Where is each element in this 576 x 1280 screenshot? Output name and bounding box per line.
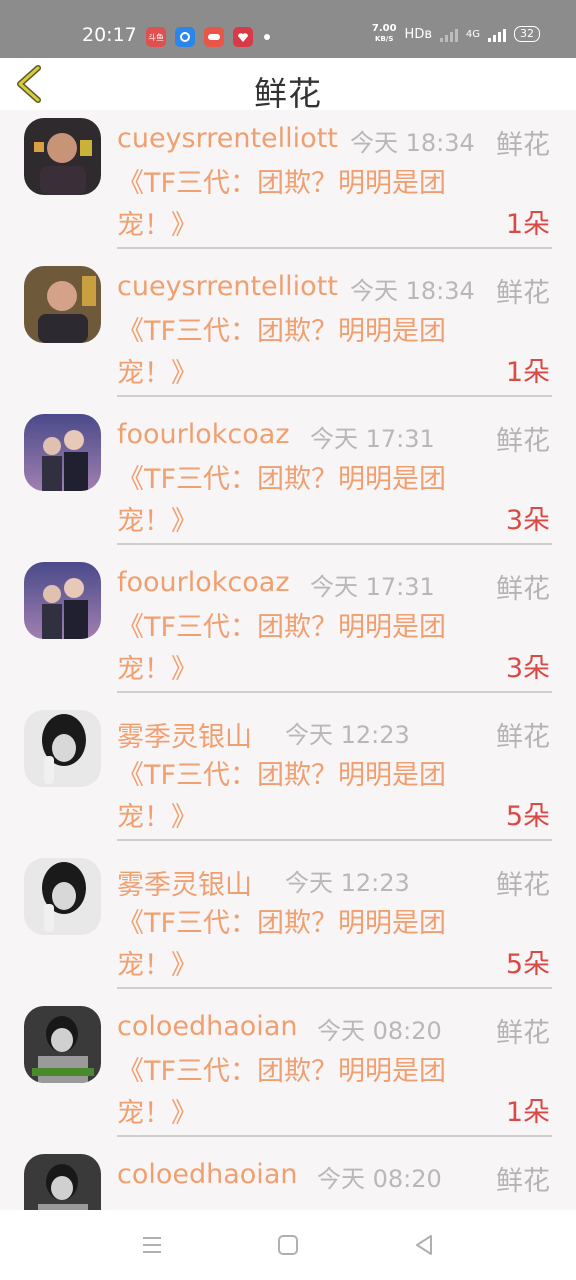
gift-list[interactable]: cueysrrentelliott 今天 18:34 鲜花 《TF三代：团欺？明… (0, 110, 576, 1210)
avatar[interactable] (24, 414, 101, 491)
gift-item[interactable]: cueysrrentelliott 今天 18:34 鲜花 《TF三代：团欺？明… (0, 258, 576, 406)
sender-name[interactable]: foourlokcoaz (117, 419, 290, 450)
gift-time: 今天 12:23 (285, 721, 410, 749)
divider (117, 247, 552, 249)
gift-type: 鲜花 (496, 130, 550, 161)
gift-count: 3朵 (505, 653, 550, 684)
gift-item[interactable]: 雾季灵银山 今天 12:23 鲜花 《TF三代：团欺？明明是团宠！》 5朵 (0, 850, 576, 998)
gift-type: 鲜花 (496, 870, 550, 901)
sender-name[interactable]: foourlokcoaz (117, 567, 290, 598)
game-app-icon (204, 27, 224, 47)
gift-type: 鲜花 (496, 574, 550, 605)
book-title[interactable]: 《TF三代：团欺？明明是团宠！》 (117, 163, 492, 247)
page-title: 鲜花 (254, 74, 322, 113)
divider (117, 395, 552, 397)
gift-type: 鲜花 (496, 1166, 550, 1197)
divider (117, 987, 552, 989)
gift-item[interactable]: cueysrrentelliott 今天 18:34 鲜花 《TF三代：团欺？明… (0, 110, 576, 258)
recent-apps-button[interactable] (137, 1230, 167, 1260)
gift-count: 1朵 (505, 357, 550, 388)
network-type: 4G (465, 28, 480, 40)
book-title[interactable]: 《TF三代：团欺？明明是团宠！》 (117, 903, 492, 987)
notification-dot (264, 34, 270, 40)
avatar[interactable] (24, 266, 101, 343)
signal-icon-sim2 (488, 26, 506, 42)
app-icon-1: 斗鱼 (146, 27, 166, 47)
status-time: 20:17 (82, 24, 137, 46)
gift-count: 5朵 (505, 949, 550, 980)
sender-name[interactable]: cueysrrentelliott (117, 271, 338, 302)
gift-item[interactable]: coloedhaoian 今天 08:20 鲜花 《TF三代：团欺？明明是团宠！… (0, 998, 576, 1146)
sender-name[interactable]: cueysrrentelliott (117, 123, 338, 154)
gift-item[interactable]: foourlokcoaz 今天 17:31 鲜花 《TF三代：团欺？明明是团宠！… (0, 406, 576, 554)
status-app-icons: 斗鱼 (146, 27, 270, 47)
gift-time: 今天 08:20 (317, 1017, 442, 1045)
gift-item[interactable]: 雾季灵银山 今天 12:23 鲜花 《TF三代：团欺？明明是团宠！》 5朵 (0, 702, 576, 850)
app-icon-2 (175, 27, 195, 47)
divider (117, 1135, 552, 1137)
gift-time: 今天 18:34 (350, 129, 475, 157)
divider (117, 691, 552, 693)
gift-count: 1朵 (505, 209, 550, 240)
gift-count: 1朵 (505, 1097, 550, 1128)
gift-type: 鲜花 (496, 426, 550, 457)
book-title[interactable]: 《TF三代：团欺？明明是团宠！》 (117, 607, 492, 691)
menu-icon (143, 1237, 161, 1253)
gift-time: 今天 17:31 (310, 425, 435, 453)
gift-type: 鲜花 (496, 1018, 550, 1049)
app-header: 鲜花 (0, 58, 576, 113)
gift-item[interactable]: foourlokcoaz 今天 17:31 鲜花 《TF三代：团欺？明明是团宠！… (0, 554, 576, 702)
gift-time: 今天 08:20 (317, 1165, 442, 1193)
status-bar: 20:17 斗鱼 7.00 KB/S HDʙ 4G 32 (0, 0, 576, 58)
hd-indicator: HDʙ (404, 26, 432, 42)
avatar[interactable] (24, 1006, 101, 1083)
sender-name[interactable]: coloedhaoian (117, 1159, 297, 1190)
gift-time: 今天 12:23 (285, 869, 410, 897)
sender-name[interactable]: coloedhaoian (117, 1011, 297, 1042)
avatar[interactable] (24, 118, 101, 195)
avatar[interactable] (24, 858, 101, 935)
divider (117, 543, 552, 545)
net-speed: 7.00 KB/S (371, 23, 397, 44)
gift-type: 鲜花 (496, 278, 550, 309)
sender-name[interactable]: 雾季灵银山 (117, 863, 252, 902)
book-title[interactable]: 《TF三代：团欺？明明是团宠！》 (117, 755, 492, 839)
gift-item[interactable]: coloedhaoian 今天 08:20 鲜花 (0, 1146, 576, 1210)
sender-name[interactable]: 雾季灵银山 (117, 715, 252, 754)
avatar[interactable] (24, 1154, 101, 1210)
avatar[interactable] (24, 562, 101, 639)
system-back-button[interactable] (409, 1230, 439, 1260)
divider (117, 839, 552, 841)
signal-icon-sim1 (439, 26, 458, 42)
back-triangle-icon (416, 1235, 432, 1255)
gift-count: 5朵 (505, 801, 550, 832)
gift-type: 鲜花 (496, 722, 550, 753)
system-nav-bar (0, 1210, 576, 1280)
book-title[interactable]: 《TF三代：团欺？明明是团宠！》 (117, 459, 492, 543)
gift-time: 今天 18:34 (350, 277, 475, 305)
home-button[interactable] (273, 1230, 303, 1260)
app-icon-4 (233, 27, 253, 47)
status-right: 7.00 KB/S HDʙ 4G 32 (372, 24, 540, 44)
gift-time: 今天 17:31 (310, 573, 435, 601)
battery-icon: 32 (514, 26, 540, 42)
gift-count: 3朵 (505, 505, 550, 536)
book-title[interactable]: 《TF三代：团欺？明明是团宠！》 (117, 311, 492, 395)
book-title[interactable]: 《TF三代：团欺？明明是团宠！》 (117, 1051, 492, 1135)
avatar[interactable] (24, 710, 101, 787)
home-icon (278, 1235, 298, 1255)
